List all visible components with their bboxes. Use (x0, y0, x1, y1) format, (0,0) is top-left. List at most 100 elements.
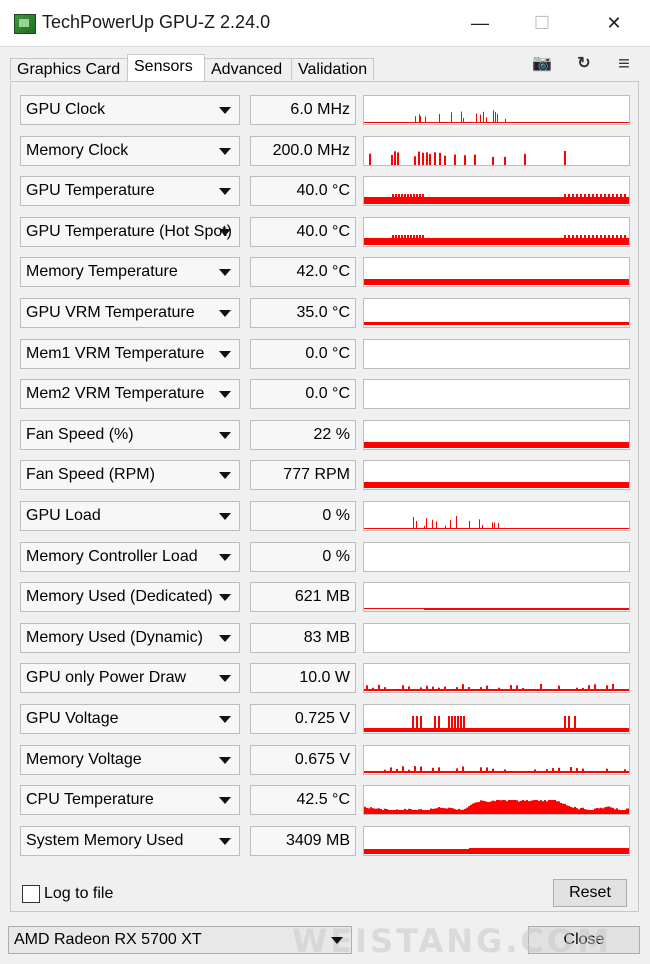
sensor-name-dropdown[interactable]: CPU Temperature (20, 785, 240, 816)
graph-bar (388, 810, 390, 815)
graph-bar (398, 810, 400, 815)
graph-bar (600, 194, 602, 198)
graph-bar (578, 809, 580, 815)
graph-bar (608, 806, 610, 815)
sensor-name-dropdown[interactable]: Memory Temperature (20, 257, 240, 288)
sensor-graph-plot (364, 800, 629, 815)
graph-bar (432, 767, 434, 771)
sensor-name-dropdown[interactable]: Mem1 VRM Temperature (20, 338, 240, 369)
graph-bar (482, 524, 483, 528)
graph-bar (588, 234, 590, 238)
graph-bar (498, 800, 500, 815)
window-title: TechPowerUp GPU-Z 2.24.0 (42, 12, 271, 32)
graph-bar (584, 234, 586, 238)
chevron-down-icon (331, 937, 343, 944)
sensor-row: Memory Used (Dedicated) 621 MB (20, 582, 631, 614)
graph-bar (620, 810, 622, 815)
graph-bar (624, 810, 626, 815)
graph-bar (420, 116, 421, 122)
graph-bar (592, 194, 594, 198)
graph-bar (486, 767, 488, 771)
camera-icon[interactable]: 📷 (531, 54, 553, 74)
sensor-name-dropdown[interactable]: Fan Speed (RPM) (20, 460, 240, 491)
graph-bar (530, 800, 532, 815)
sensor-row: Memory Temperature 42.0 °C (20, 257, 631, 289)
sensor-name-dropdown[interactable]: GPU Voltage (20, 704, 240, 734)
graph-bar (546, 801, 548, 815)
graph-bar (468, 806, 470, 815)
sensor-name-label: GPU Load (26, 507, 101, 524)
sensor-name-label: GPU only Power Draw (26, 669, 187, 687)
graph-bar (564, 804, 566, 815)
sensor-name-dropdown[interactable]: GPU Temperature (20, 176, 240, 207)
sensor-graph (363, 582, 630, 613)
sensor-name-dropdown[interactable]: Memory Used (Dynamic) (20, 622, 240, 653)
graph-bar (590, 810, 592, 815)
sensor-name-dropdown[interactable]: Mem2 VRM Temperature (20, 379, 240, 410)
sensor-name-dropdown[interactable]: GPU Load (20, 501, 240, 531)
graph-bar (448, 807, 450, 815)
menu-icon[interactable]: ≡ (613, 54, 635, 74)
graph-bar (444, 155, 446, 165)
graph-bar (497, 113, 498, 122)
graph-bar (444, 686, 446, 690)
sensor-name-dropdown[interactable]: Fan Speed (%) (20, 419, 240, 450)
chevron-down-icon (219, 350, 231, 358)
graph-bar (410, 194, 412, 198)
sensor-graph (363, 216, 630, 247)
graph-bar (364, 441, 629, 448)
graph-bar (407, 234, 409, 238)
graph-bar (364, 482, 629, 489)
graph-bar (624, 768, 626, 771)
chevron-down-icon (219, 716, 231, 723)
graph-bar (476, 113, 477, 122)
sensor-graph (363, 338, 630, 369)
graph-bar (378, 808, 380, 815)
sensor-name-label: CPU Temperature (26, 791, 154, 809)
sensor-name-dropdown[interactable]: System Memory Used (20, 825, 240, 856)
graph-bar (426, 518, 427, 528)
sensor-value: 0 % (250, 541, 356, 572)
sensor-name-dropdown[interactable]: GPU VRM Temperature (20, 298, 240, 328)
graph-bar (410, 809, 412, 815)
sensor-name-dropdown[interactable]: Memory Controller Load (20, 541, 240, 572)
graph-bar (478, 802, 480, 815)
tab-validation[interactable]: Validation (291, 58, 374, 80)
graph-bar (416, 194, 418, 198)
graph-bar (504, 156, 506, 165)
graph-bar (463, 118, 464, 122)
log-to-file-checkbox[interactable] (22, 885, 40, 903)
graph-bar (462, 809, 464, 815)
graph-bar (434, 716, 436, 728)
graph-bar (402, 765, 404, 771)
graph-bar (410, 234, 412, 238)
sensor-name-label: Mem1 VRM Temperature (26, 344, 205, 362)
sensor-graph (363, 460, 630, 491)
close-window-button[interactable]: ✕ (594, 10, 634, 36)
sensor-name-dropdown[interactable]: Memory Voltage (20, 744, 240, 775)
sensor-name-dropdown[interactable]: Memory Used (Dedicated) (20, 582, 240, 613)
graph-bar (628, 808, 629, 815)
sensor-name-dropdown[interactable]: Memory Clock (20, 135, 240, 166)
tab-sensors[interactable]: Sensors (127, 54, 205, 81)
sensor-graph-plot (364, 194, 629, 205)
minimize-button[interactable]: — (460, 10, 500, 36)
tab-advanced[interactable]: Advanced (204, 58, 292, 80)
graph-bar (413, 234, 415, 238)
maximize-button[interactable]: ☐ (522, 10, 562, 36)
sensor-name-dropdown[interactable]: GPU Clock (20, 95, 240, 125)
refresh-icon[interactable]: ↻ (573, 54, 595, 74)
sensor-value: 0.0 °C (250, 379, 356, 410)
graph-bar (516, 685, 518, 690)
graph-bar (504, 800, 506, 815)
sensor-name-dropdown[interactable]: GPU only Power Draw (20, 663, 240, 694)
graph-bar (506, 801, 508, 815)
tab-graphics-card[interactable]: Graphics Card (10, 58, 128, 80)
graph-bar (574, 716, 576, 728)
graph-bar (592, 810, 594, 815)
reset-button[interactable]: Reset (553, 879, 627, 907)
sensor-name-dropdown[interactable]: GPU Temperature (Hot Spot) (20, 216, 240, 247)
sensor-name-label: GPU Voltage (26, 710, 119, 727)
graph-bar (552, 800, 554, 815)
graph-bar (484, 801, 486, 815)
